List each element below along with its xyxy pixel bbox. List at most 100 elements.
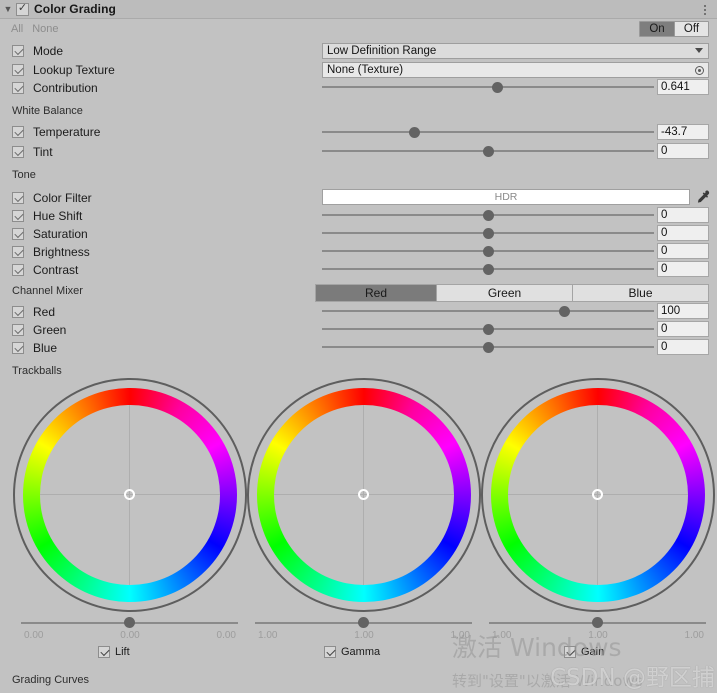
mix-green-checkbox[interactable] [12, 324, 24, 336]
select-none-button[interactable]: None [32, 23, 58, 35]
gamma-tick-0: 1.00 [258, 630, 278, 641]
contribution-checkbox[interactable] [12, 82, 24, 94]
hue-shift-value-field[interactable]: 0 [657, 207, 709, 223]
gamma-toggle[interactable]: Gamma [324, 646, 380, 658]
color-filter-swatch[interactable]: HDR [322, 189, 690, 205]
mix-blue-slider[interactable] [322, 339, 654, 355]
gamma-checkbox[interactable] [324, 646, 336, 658]
temperature-checkbox[interactable] [12, 126, 24, 138]
gain-toggle[interactable]: Gain [564, 646, 604, 658]
gamma-slider[interactable] [255, 616, 472, 630]
slider-knob[interactable] [492, 82, 504, 93]
slider-knob[interactable] [409, 127, 421, 138]
lift-slider[interactable] [21, 616, 238, 630]
eyedropper-icon[interactable] [694, 189, 710, 205]
gamma-tick-2: 1.00 [450, 630, 470, 641]
slider-track [322, 86, 654, 88]
slider-knob[interactable] [482, 146, 494, 157]
tab-blue[interactable]: Blue [573, 284, 709, 302]
triangle-down-icon[interactable]: ▼ [0, 0, 16, 19]
tint-slider[interactable] [322, 143, 654, 159]
mix-green-slider[interactable] [322, 321, 654, 337]
lift-checkbox[interactable] [98, 646, 110, 658]
mix-blue-label: Blue [33, 341, 58, 355]
check-glyph: ✓ [17, 2, 28, 14]
mode-label: Mode [33, 44, 64, 58]
brightness-label: Brightness [33, 245, 90, 259]
color-wheel[interactable] [13, 378, 247, 612]
gain-slider[interactable] [489, 616, 706, 630]
color-wheel[interactable] [247, 378, 481, 612]
saturation-slider[interactable] [322, 225, 654, 241]
lookup-texture-objectfield[interactable]: None (Texture) [322, 62, 709, 78]
contribution-value-field[interactable]: 0.641 [657, 79, 709, 95]
wheel-cursor[interactable] [124, 489, 135, 500]
toggle-on-button[interactable]: On [640, 22, 674, 36]
tint-checkbox[interactable] [12, 146, 24, 158]
saturation-label: Saturation [33, 227, 88, 241]
saturation-value-field[interactable]: 0 [657, 225, 709, 241]
tint-label: Tint [33, 145, 53, 159]
slider-knob[interactable] [124, 617, 135, 628]
gain-ticks: 1.00 1.00 1.00 [492, 630, 704, 641]
lift-tick-2: 0.00 [216, 630, 236, 641]
enable-effect-checkbox[interactable]: ✓ [16, 2, 29, 16]
temperature-label: Temperature [33, 125, 101, 139]
hue-shift-label: Hue Shift [33, 209, 83, 223]
hue-shift-slider[interactable] [322, 207, 654, 223]
slider-knob[interactable] [482, 264, 494, 275]
color-grading-panel: ▼ ✓ Color Grading All None On Off Mode L… [0, 0, 717, 693]
mix-blue-checkbox[interactable] [12, 342, 24, 354]
slider-knob[interactable] [558, 306, 570, 317]
temperature-value-field[interactable]: -43.7 [657, 124, 709, 140]
object-picker-icon[interactable] [695, 66, 704, 75]
brightness-checkbox[interactable] [12, 246, 24, 258]
mode-dropdown[interactable]: Low Definition Range [322, 43, 709, 59]
color-filter-label: Color Filter [33, 191, 92, 205]
temperature-slider[interactable] [322, 124, 654, 140]
slider-track [322, 131, 654, 133]
toolbar-row: All None On Off [0, 19, 717, 38]
hue-shift-checkbox[interactable] [12, 210, 24, 222]
wheel-cursor[interactable] [592, 489, 603, 500]
tone-section-label: Tone [12, 169, 36, 181]
wheel-cursor[interactable] [358, 489, 369, 500]
lookup-texture-value: None (Texture) [327, 64, 404, 76]
mode-checkbox[interactable] [12, 45, 24, 57]
mix-red-slider[interactable] [322, 303, 654, 319]
contrast-slider[interactable] [322, 261, 654, 277]
slider-knob[interactable] [482, 246, 494, 257]
gain-checkbox[interactable] [564, 646, 576, 658]
contribution-slider[interactable] [322, 79, 654, 95]
mix-blue-value-field[interactable]: 0 [657, 339, 709, 355]
channel-mixer-tabs[interactable]: Red Green Blue [315, 284, 709, 302]
contrast-checkbox[interactable] [12, 264, 24, 276]
slider-knob[interactable] [592, 617, 603, 628]
kebab-menu-icon[interactable] [699, 2, 711, 17]
brightness-slider[interactable] [322, 243, 654, 259]
color-filter-checkbox[interactable] [12, 192, 24, 204]
lookup-texture-checkbox[interactable] [12, 64, 24, 76]
on-off-toggle[interactable]: On Off [639, 21, 709, 37]
tint-value-field[interactable]: 0 [657, 143, 709, 159]
mix-green-label: Green [33, 323, 67, 337]
mix-green-value-field[interactable]: 0 [657, 321, 709, 337]
lift-toggle[interactable]: Lift [98, 646, 130, 658]
saturation-checkbox[interactable] [12, 228, 24, 240]
tab-red[interactable]: Red [315, 284, 437, 302]
toggle-off-button[interactable]: Off [674, 22, 708, 36]
select-all-button[interactable]: All [11, 23, 23, 35]
mix-red-checkbox[interactable] [12, 306, 24, 318]
mix-red-value-field[interactable]: 100 [657, 303, 709, 319]
contrast-value-field[interactable]: 0 [657, 261, 709, 277]
color-wheel[interactable] [481, 378, 715, 612]
brightness-value-field[interactable]: 0 [657, 243, 709, 259]
tab-green[interactable]: Green [437, 284, 573, 302]
slider-knob[interactable] [358, 617, 369, 628]
slider-knob[interactable] [482, 210, 494, 221]
slider-knob[interactable] [482, 228, 494, 239]
gamma-ticks: 1.00 1.00 1.00 [258, 630, 470, 641]
color-filter-hdr-label: HDR [494, 191, 518, 203]
slider-knob[interactable] [482, 324, 494, 335]
slider-knob[interactable] [482, 342, 494, 353]
